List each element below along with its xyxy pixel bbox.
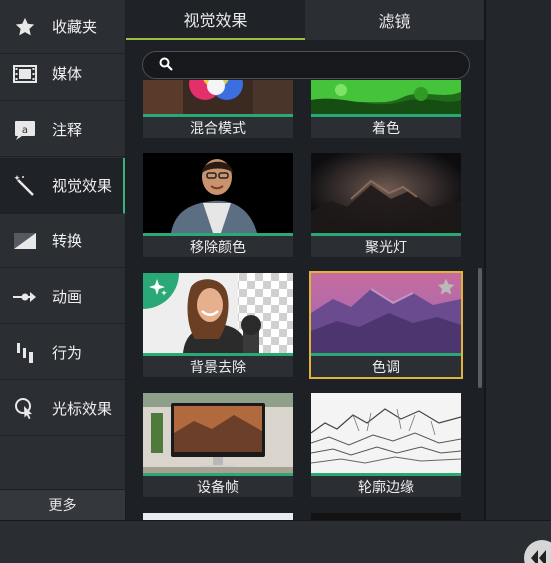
effect-label: 设备帧 xyxy=(143,473,293,497)
tab-filters[interactable]: 滤镜 xyxy=(305,0,484,40)
tab-visual-effects[interactable]: 视觉效果 xyxy=(126,0,305,40)
effect-tile-background-removal[interactable]: 背景去除 xyxy=(143,273,293,377)
sidebar-item-behaviors[interactable]: 行为 xyxy=(0,326,125,380)
tab-bar: 视觉效果 滤镜 xyxy=(126,0,484,40)
effect-thumbnail xyxy=(143,513,293,520)
play-back-icon xyxy=(531,550,546,563)
sidebar-item-label: 视觉效果 xyxy=(52,177,113,195)
effect-tile-device-frame[interactable]: 设备帧 xyxy=(143,393,293,497)
effect-thumbnail xyxy=(143,393,293,473)
sidebar-item-label: 注释 xyxy=(52,121,83,139)
effects-grid-panel: 混合模式 着色 移除颜色 聚光灯 背景去除 色调 设备帧 轮廓边缘 xyxy=(126,40,484,520)
right-pane xyxy=(484,0,551,520)
sidebar-item-favorites[interactable]: 收藏夹 xyxy=(0,0,125,54)
svg-text:a: a xyxy=(22,125,28,136)
effect-label: 色调 xyxy=(311,353,461,377)
effect-tile-remove-color[interactable]: 移除颜色 xyxy=(143,153,293,257)
effect-thumbnail xyxy=(143,273,293,353)
sidebar-item-annotations[interactable]: a 注释 xyxy=(0,103,125,157)
play-button[interactable] xyxy=(524,540,551,563)
sidebar-item-label: 动画 xyxy=(52,288,83,306)
search-input[interactable] xyxy=(181,57,461,73)
scrollbar[interactable] xyxy=(478,268,482,388)
effect-label: 聚光灯 xyxy=(311,233,461,257)
sidebar-item-label: 媒体 xyxy=(52,65,83,83)
effect-tile-edge-outline[interactable]: 轮廓边缘 xyxy=(311,393,461,497)
magic-wand-icon xyxy=(12,173,38,199)
effect-tile-spotlight[interactable]: 聚光灯 xyxy=(311,153,461,257)
effect-thumbnail xyxy=(311,273,461,353)
star-icon xyxy=(12,14,38,40)
sidebar-item-media[interactable]: 媒体 xyxy=(0,47,125,101)
effect-label: 着色 xyxy=(311,114,461,138)
effect-thumbnail xyxy=(311,393,461,473)
effect-tile-colorize[interactable]: 着色 xyxy=(311,80,461,138)
sidebar-item-label: 收藏夹 xyxy=(52,18,98,36)
bottom-bar xyxy=(0,520,551,563)
effect-tile-partial[interactable] xyxy=(143,513,293,520)
transition-icon xyxy=(12,228,38,254)
effect-thumbnail xyxy=(311,153,461,233)
sidebar-item-transitions[interactable]: 转换 xyxy=(0,214,125,268)
effect-tile-partial[interactable] xyxy=(311,513,461,520)
effect-thumbnail xyxy=(311,80,461,114)
effect-label: 混合模式 xyxy=(143,114,293,138)
sidebar-item-label: 行为 xyxy=(52,344,83,362)
effect-thumbnail xyxy=(311,513,461,520)
effect-tile-blend-mode[interactable]: 混合模式 xyxy=(143,80,293,138)
favorite-star-icon[interactable] xyxy=(436,277,456,301)
sidebar-item-animations[interactable]: 动画 xyxy=(0,270,125,324)
search-icon xyxy=(159,56,173,75)
sidebar-item-visual-effects[interactable]: 视觉效果 xyxy=(0,158,125,214)
sidebar-item-cursor-effects[interactable]: 光标效果 xyxy=(0,382,125,436)
animation-arrow-icon xyxy=(12,284,38,310)
effect-thumbnail xyxy=(143,153,293,233)
sidebar-item-label: 转换 xyxy=(52,232,83,250)
cursor-effect-icon xyxy=(12,396,38,422)
film-icon xyxy=(12,61,38,87)
sparkle-icon xyxy=(148,278,168,302)
effect-tile-tint[interactable]: 色调 xyxy=(309,271,463,379)
effect-thumbnail xyxy=(143,80,293,114)
effect-label: 移除颜色 xyxy=(143,233,293,257)
behavior-icon xyxy=(12,340,38,366)
effect-label: 轮廓边缘 xyxy=(311,473,461,497)
sidebar-item-label: 光标效果 xyxy=(52,400,113,418)
more-button[interactable]: 更多 xyxy=(0,489,125,520)
search-box[interactable] xyxy=(142,51,470,79)
annotation-icon: a xyxy=(12,117,38,143)
effects-sidebar: 收藏夹 媒体 a 注释 视觉效果 转换 动画 行为 光标效果 更多 xyxy=(0,0,126,520)
effect-label: 背景去除 xyxy=(143,353,293,377)
